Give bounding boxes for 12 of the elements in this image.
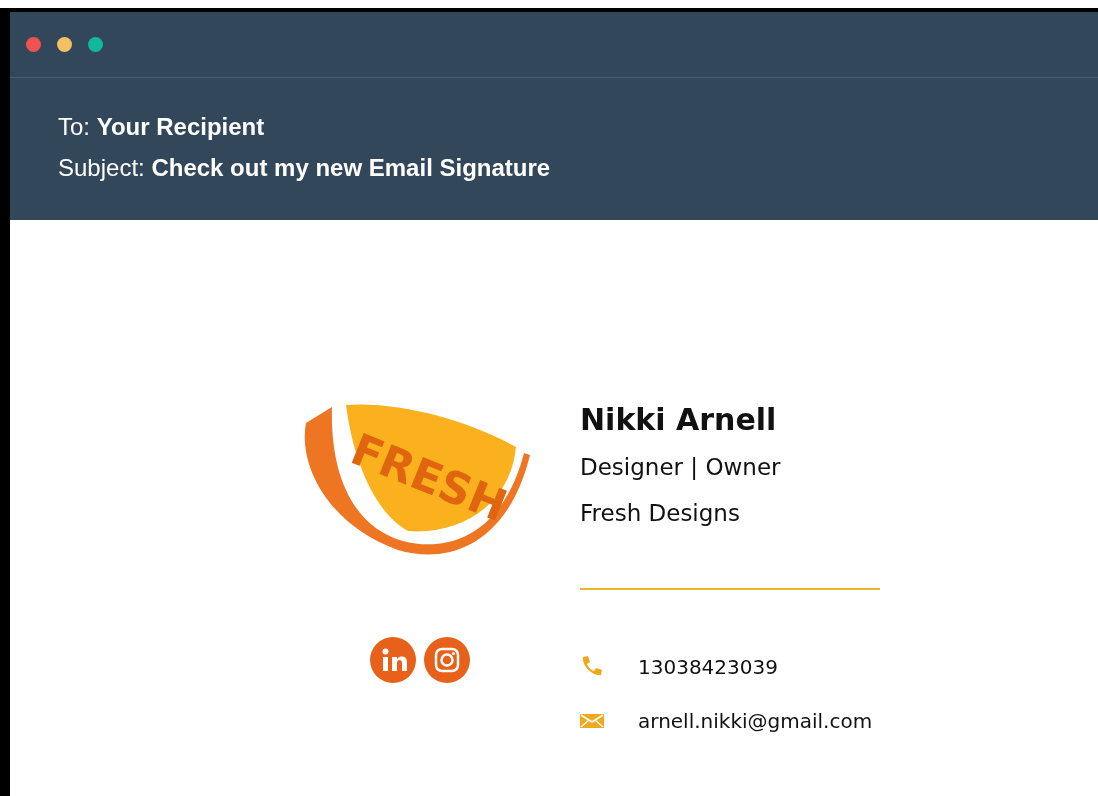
- signature-line: Fresh Designs: [580, 498, 741, 528]
- recipient-line: To: Your Recipient: [58, 112, 266, 142]
- window-control[interactable]: [88, 37, 103, 52]
- instagram-icon[interactable]: [424, 637, 470, 683]
- subject-line: Subject: Check out my new Email Signature: [58, 153, 552, 183]
- phone-number: 13038423039: [638, 654, 778, 681]
- linkedin-icon[interactable]: [370, 637, 416, 683]
- signature-line: Designer | Owner: [580, 453, 782, 482]
- window-control[interactable]: [57, 37, 72, 52]
- window-control[interactable]: [26, 37, 41, 52]
- person-name: Nikki Arnell: [580, 401, 778, 439]
- email-address: arnell.nikki@gmail.com: [638, 708, 873, 735]
